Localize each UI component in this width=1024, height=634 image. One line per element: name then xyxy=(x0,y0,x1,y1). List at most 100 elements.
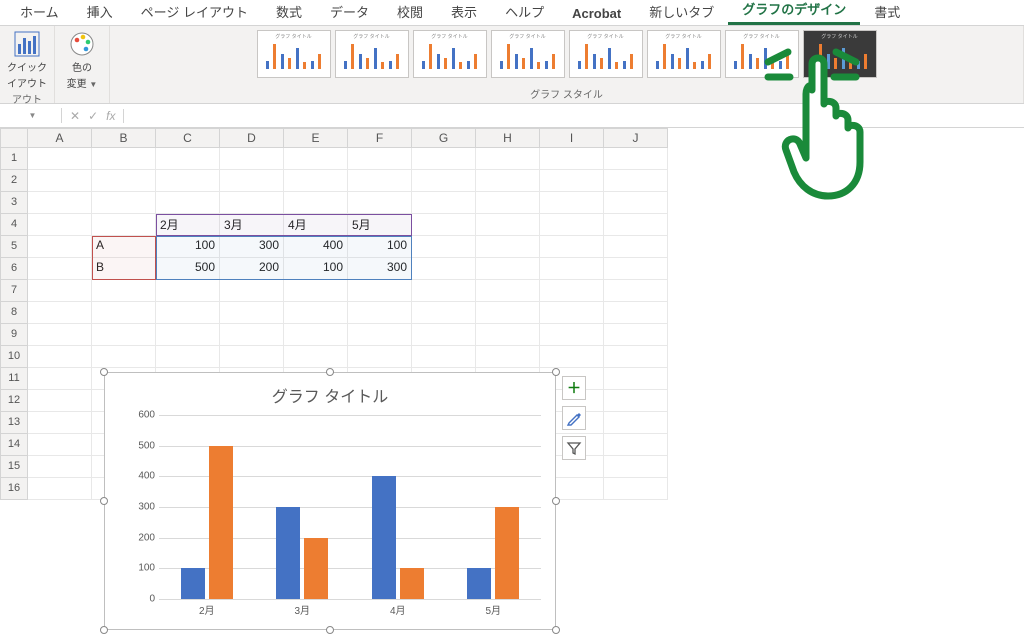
cell-B7[interactable] xyxy=(92,280,156,302)
chart-filter-button[interactable] xyxy=(562,436,586,460)
cell-I5[interactable] xyxy=(540,236,604,258)
cell-J4[interactable] xyxy=(604,214,668,236)
cell-A11[interactable] xyxy=(28,368,92,390)
cell-G9[interactable] xyxy=(412,324,476,346)
cell-F3[interactable] xyxy=(348,192,412,214)
cell-I6[interactable] xyxy=(540,258,604,280)
cell-A9[interactable] xyxy=(28,324,92,346)
row-header-11[interactable]: 11 xyxy=(0,368,28,390)
tab-data[interactable]: データ xyxy=(316,0,383,25)
name-box[interactable]: ▼ xyxy=(0,108,62,123)
cell-E8[interactable] xyxy=(284,302,348,324)
cell-H2[interactable] xyxy=(476,170,540,192)
cell-J8[interactable] xyxy=(604,302,668,324)
cell-F2[interactable] xyxy=(348,170,412,192)
cell-A16[interactable] xyxy=(28,478,92,500)
cell-B4[interactable] xyxy=(92,214,156,236)
chart-style-1[interactable]: グラフ タイトル xyxy=(257,30,331,78)
bar-A-5月[interactable] xyxy=(467,568,491,599)
cell-A6[interactable] xyxy=(28,258,92,280)
bar-B-3月[interactable] xyxy=(304,538,328,599)
cell-A3[interactable] xyxy=(28,192,92,214)
cell-J3[interactable] xyxy=(604,192,668,214)
cancel-formula-button[interactable]: ✕ xyxy=(70,109,80,123)
row-header-14[interactable]: 14 xyxy=(0,434,28,456)
cell-E10[interactable] xyxy=(284,346,348,368)
row-header-8[interactable]: 8 xyxy=(0,302,28,324)
cell-D3[interactable] xyxy=(220,192,284,214)
bar-B-4月[interactable] xyxy=(400,568,424,599)
cell-E3[interactable] xyxy=(284,192,348,214)
chart-styles-button[interactable] xyxy=(562,406,586,430)
cell-D7[interactable] xyxy=(220,280,284,302)
column-header-D[interactable]: D xyxy=(220,128,284,148)
cell-F1[interactable] xyxy=(348,148,412,170)
cell-J9[interactable] xyxy=(604,324,668,346)
cell-E7[interactable] xyxy=(284,280,348,302)
cell-J5[interactable] xyxy=(604,236,668,258)
chart-style-6[interactable]: グラフ タイトル xyxy=(647,30,721,78)
column-header-A[interactable]: A xyxy=(28,128,92,148)
cell-H8[interactable] xyxy=(476,302,540,324)
row-header-13[interactable]: 13 xyxy=(0,412,28,434)
cell-E2[interactable] xyxy=(284,170,348,192)
cell-H1[interactable] xyxy=(476,148,540,170)
cell-A2[interactable] xyxy=(28,170,92,192)
row-header-12[interactable]: 12 xyxy=(0,390,28,412)
cell-B10[interactable] xyxy=(92,346,156,368)
cell-C3[interactable] xyxy=(156,192,220,214)
tab-formulas[interactable]: 数式 xyxy=(262,0,316,25)
tab-page-layout[interactable]: ページ レイアウト xyxy=(127,0,262,25)
cell-H4[interactable] xyxy=(476,214,540,236)
cell-H6[interactable] xyxy=(476,258,540,280)
cell-C8[interactable] xyxy=(156,302,220,324)
chart-title[interactable]: グラフ タイトル xyxy=(105,373,555,411)
cell-A14[interactable] xyxy=(28,434,92,456)
cell-J14[interactable] xyxy=(604,434,668,456)
cell-J11[interactable] xyxy=(604,368,668,390)
chart-style-3[interactable]: グラフ タイトル xyxy=(413,30,487,78)
bar-B-2月[interactable] xyxy=(209,446,233,599)
column-header-C[interactable]: C xyxy=(156,128,220,148)
row-header-6[interactable]: 6 xyxy=(0,258,28,280)
bar-A-4月[interactable] xyxy=(372,476,396,599)
resize-handle[interactable] xyxy=(326,626,334,634)
cell-I3[interactable] xyxy=(540,192,604,214)
cell-A4[interactable] xyxy=(28,214,92,236)
cell-G1[interactable] xyxy=(412,148,476,170)
resize-handle[interactable] xyxy=(552,626,560,634)
cell-C1[interactable] xyxy=(156,148,220,170)
resize-handle[interactable] xyxy=(552,368,560,376)
confirm-formula-button[interactable]: ✓ xyxy=(88,109,98,123)
fx-button[interactable]: fx xyxy=(106,109,115,123)
tab-acrobat[interactable]: Acrobat xyxy=(558,2,635,25)
chart-style-2[interactable]: グラフ タイトル xyxy=(335,30,409,78)
cell-J2[interactable] xyxy=(604,170,668,192)
bar-B-5月[interactable] xyxy=(495,507,519,599)
select-all-corner[interactable] xyxy=(0,128,28,148)
column-header-H[interactable]: H xyxy=(476,128,540,148)
cell-D10[interactable] xyxy=(220,346,284,368)
column-header-B[interactable]: B xyxy=(92,128,156,148)
column-header-J[interactable]: J xyxy=(604,128,668,148)
cell-G8[interactable] xyxy=(412,302,476,324)
cell-F10[interactable] xyxy=(348,346,412,368)
cell-F8[interactable] xyxy=(348,302,412,324)
cell-J15[interactable] xyxy=(604,456,668,478)
cell-I2[interactable] xyxy=(540,170,604,192)
cell-A7[interactable] xyxy=(28,280,92,302)
cell-B1[interactable] xyxy=(92,148,156,170)
tab-help[interactable]: ヘルプ xyxy=(491,0,558,25)
row-header-5[interactable]: 5 xyxy=(0,236,28,258)
row-header-3[interactable]: 3 xyxy=(0,192,28,214)
cell-B3[interactable] xyxy=(92,192,156,214)
tab-format[interactable]: 書式 xyxy=(860,0,914,25)
bar-A-2月[interactable] xyxy=(181,568,205,599)
cell-I7[interactable] xyxy=(540,280,604,302)
cell-J6[interactable] xyxy=(604,258,668,280)
tab-home[interactable]: ホーム xyxy=(6,0,73,25)
cell-A8[interactable] xyxy=(28,302,92,324)
cell-C7[interactable] xyxy=(156,280,220,302)
column-header-F[interactable]: F xyxy=(348,128,412,148)
cell-C10[interactable] xyxy=(156,346,220,368)
